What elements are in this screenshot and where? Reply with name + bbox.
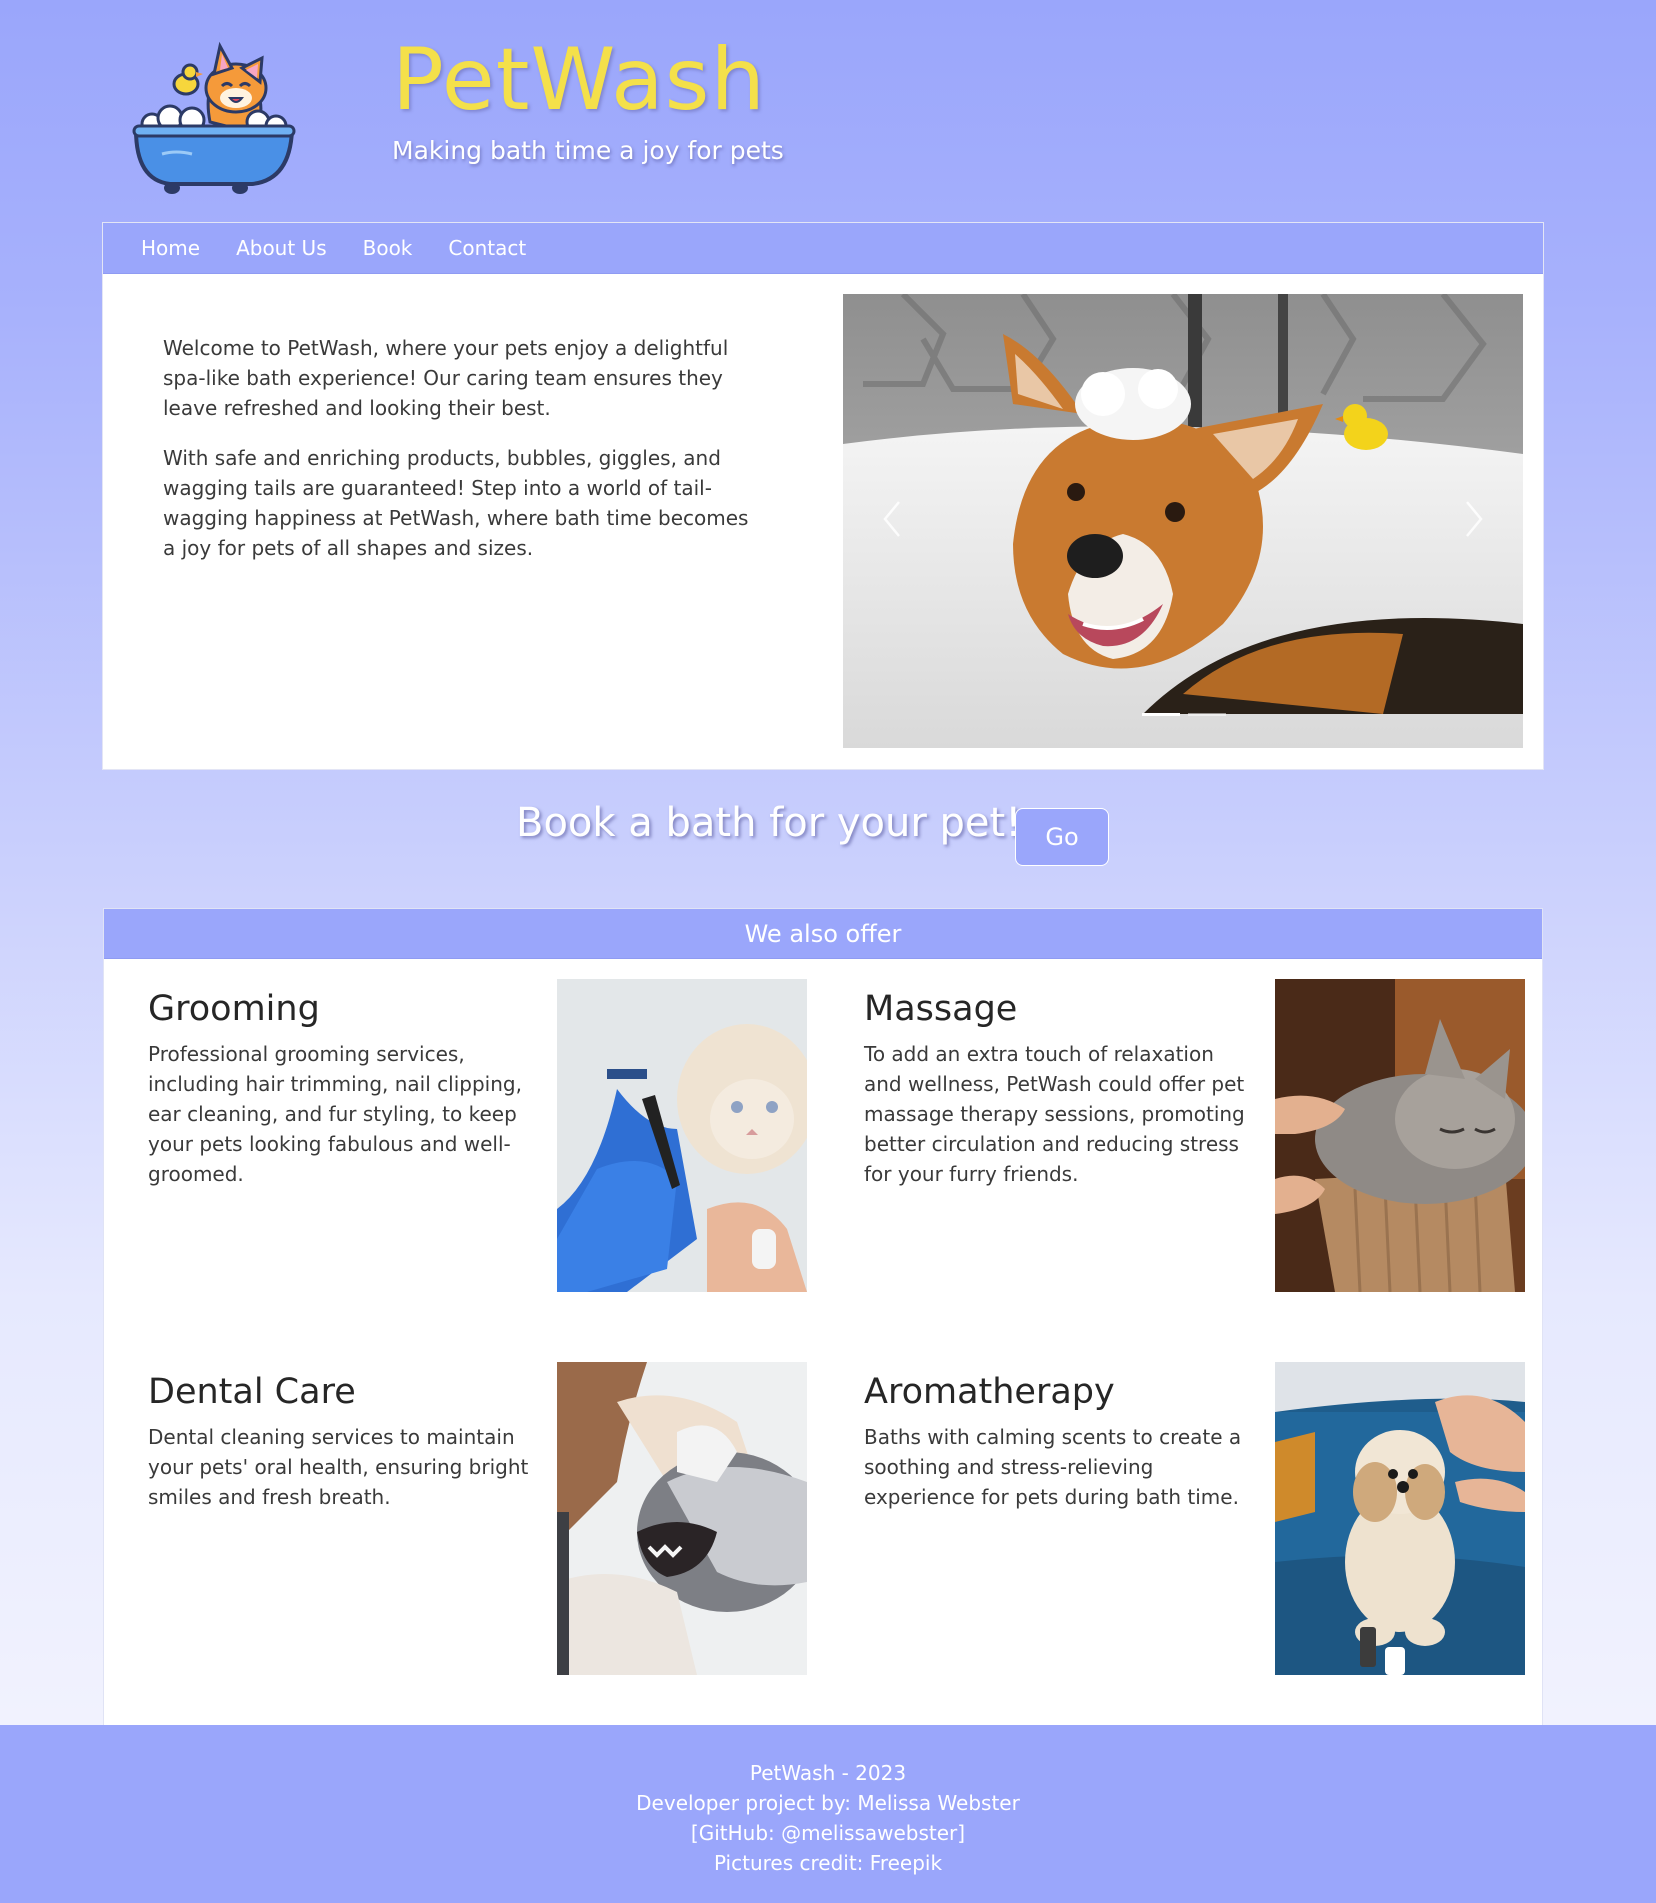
hero-card: Home About Us Book Contact Welcome to Pe… bbox=[102, 222, 1544, 770]
service-description: Professional grooming services, includin… bbox=[148, 1042, 522, 1186]
image-carousel[interactable] bbox=[843, 294, 1523, 748]
service-title: Grooming bbox=[148, 989, 320, 1029]
cat-in-bathtub-logo[interactable] bbox=[132, 40, 302, 198]
site-title: PetWash bbox=[392, 30, 766, 130]
service-massage: Massage To add an extra touch of relaxat… bbox=[820, 979, 1525, 1294]
nav-book[interactable]: Book bbox=[363, 236, 413, 260]
dog-on-sofa-image bbox=[1275, 1362, 1525, 1675]
site-footer: PetWash - 2023 Developer project by: Mel… bbox=[0, 1725, 1656, 1903]
cat-nail-clipping-image bbox=[557, 979, 807, 1292]
service-description: To add an extra touch of relaxation and … bbox=[864, 1042, 1245, 1186]
nav-contact[interactable]: Contact bbox=[448, 236, 526, 260]
service-title: Dental Care bbox=[148, 1372, 356, 1412]
chevron-left-icon bbox=[883, 501, 900, 537]
nav-home[interactable]: Home bbox=[141, 236, 200, 260]
nav-about-us[interactable]: About Us bbox=[236, 236, 327, 260]
hero-intro: Welcome to PetWash, where your pets enjo… bbox=[163, 333, 763, 583]
service-title: Massage bbox=[864, 989, 1018, 1029]
service-aromatherapy: Aromatherapy Baths with calming scents t… bbox=[820, 1362, 1525, 1677]
services-heading: We also offer bbox=[104, 909, 1542, 959]
service-title: Aromatherapy bbox=[864, 1372, 1115, 1412]
services-card: We also offer Grooming Professional groo… bbox=[103, 908, 1543, 1726]
service-dental-care: Dental Care Dental cleaning services to … bbox=[104, 1362, 807, 1677]
carousel-indicator-1[interactable] bbox=[1142, 713, 1180, 716]
site-header: PetWash Making bath time a joy for pets bbox=[0, 0, 1656, 222]
footer-developer: Developer project by: Melissa Webster bbox=[636, 1791, 1020, 1815]
service-grooming: Grooming Professional grooming services,… bbox=[104, 979, 807, 1294]
dog-dental-check-image bbox=[557, 1362, 807, 1675]
cat-massage-image bbox=[1275, 979, 1525, 1292]
booking-cta-text: Book a bath for your pet! bbox=[516, 800, 1022, 846]
carousel-next-button[interactable] bbox=[1453, 494, 1493, 544]
corgi-bath-image bbox=[843, 294, 1523, 748]
chevron-right-icon bbox=[1466, 501, 1483, 537]
carousel-indicators bbox=[1142, 713, 1226, 716]
footer-picture-credit: Pictures credit: Freepik bbox=[713, 1851, 943, 1875]
go-button[interactable]: Go bbox=[1015, 808, 1109, 866]
service-description: Dental cleaning services to maintain you… bbox=[148, 1425, 529, 1509]
footer-github[interactable]: [GitHub: @melissawebster] bbox=[0, 1818, 1656, 1848]
footer-copyright: PetWash - 2023 bbox=[749, 1761, 907, 1785]
main-navbar: Home About Us Book Contact bbox=[103, 223, 1543, 274]
hero-paragraph: With safe and enriching products, bubble… bbox=[163, 446, 749, 560]
hero-paragraph: Welcome to PetWash, where your pets enjo… bbox=[163, 336, 729, 420]
site-tagline: Making bath time a joy for pets bbox=[392, 136, 784, 165]
service-description: Baths with calming scents to create a so… bbox=[864, 1425, 1242, 1509]
carousel-indicator-2[interactable] bbox=[1188, 713, 1226, 716]
carousel-prev-button[interactable] bbox=[873, 494, 913, 544]
